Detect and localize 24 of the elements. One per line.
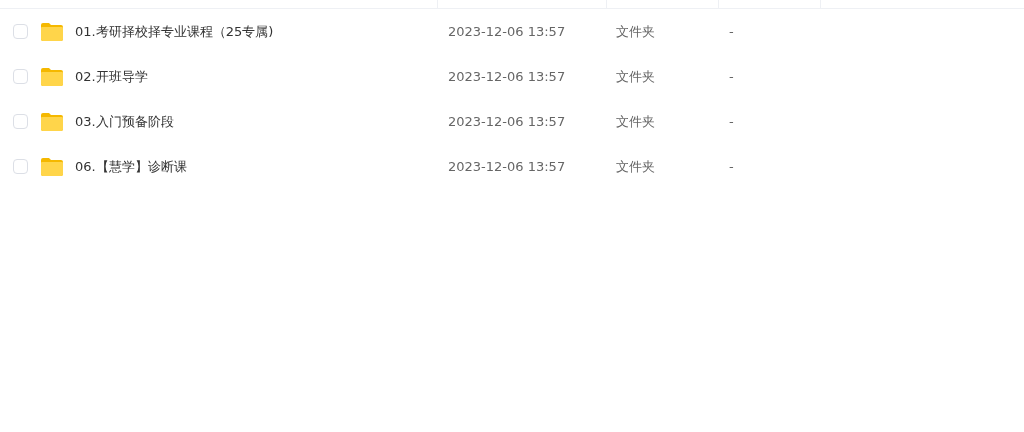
folder-icon [40,21,64,42]
file-type: 文件夹 [616,67,655,86]
file-type: 文件夹 [616,112,655,131]
checkbox[interactable] [13,69,28,84]
modified-date: 2023-12-06 13:57 [448,159,566,174]
file-name[interactable]: 02.开班导学 [75,67,148,86]
modified-date: 2023-12-06 13:57 [448,24,566,39]
checkbox[interactable] [13,159,28,174]
file-size: - [729,159,734,174]
file-type: 文件夹 [616,22,655,41]
modified-date: 2023-12-06 13:57 [448,69,566,84]
file-size: - [729,69,734,84]
modified-date: 2023-12-06 13:57 [448,114,566,129]
folder-icon [40,156,64,177]
file-size: - [729,24,734,39]
file-size: - [729,114,734,129]
file-name[interactable]: 01.考研择校择专业课程（25专属) [75,22,274,41]
folder-icon [40,111,64,132]
folder-icon [40,66,64,87]
checkbox[interactable] [13,114,28,129]
file-name[interactable]: 03.入门预备阶段 [75,112,174,131]
file-type: 文件夹 [616,157,655,176]
file-name[interactable]: 06.【慧学】诊断课 [75,157,187,176]
checkbox[interactable] [13,24,28,39]
